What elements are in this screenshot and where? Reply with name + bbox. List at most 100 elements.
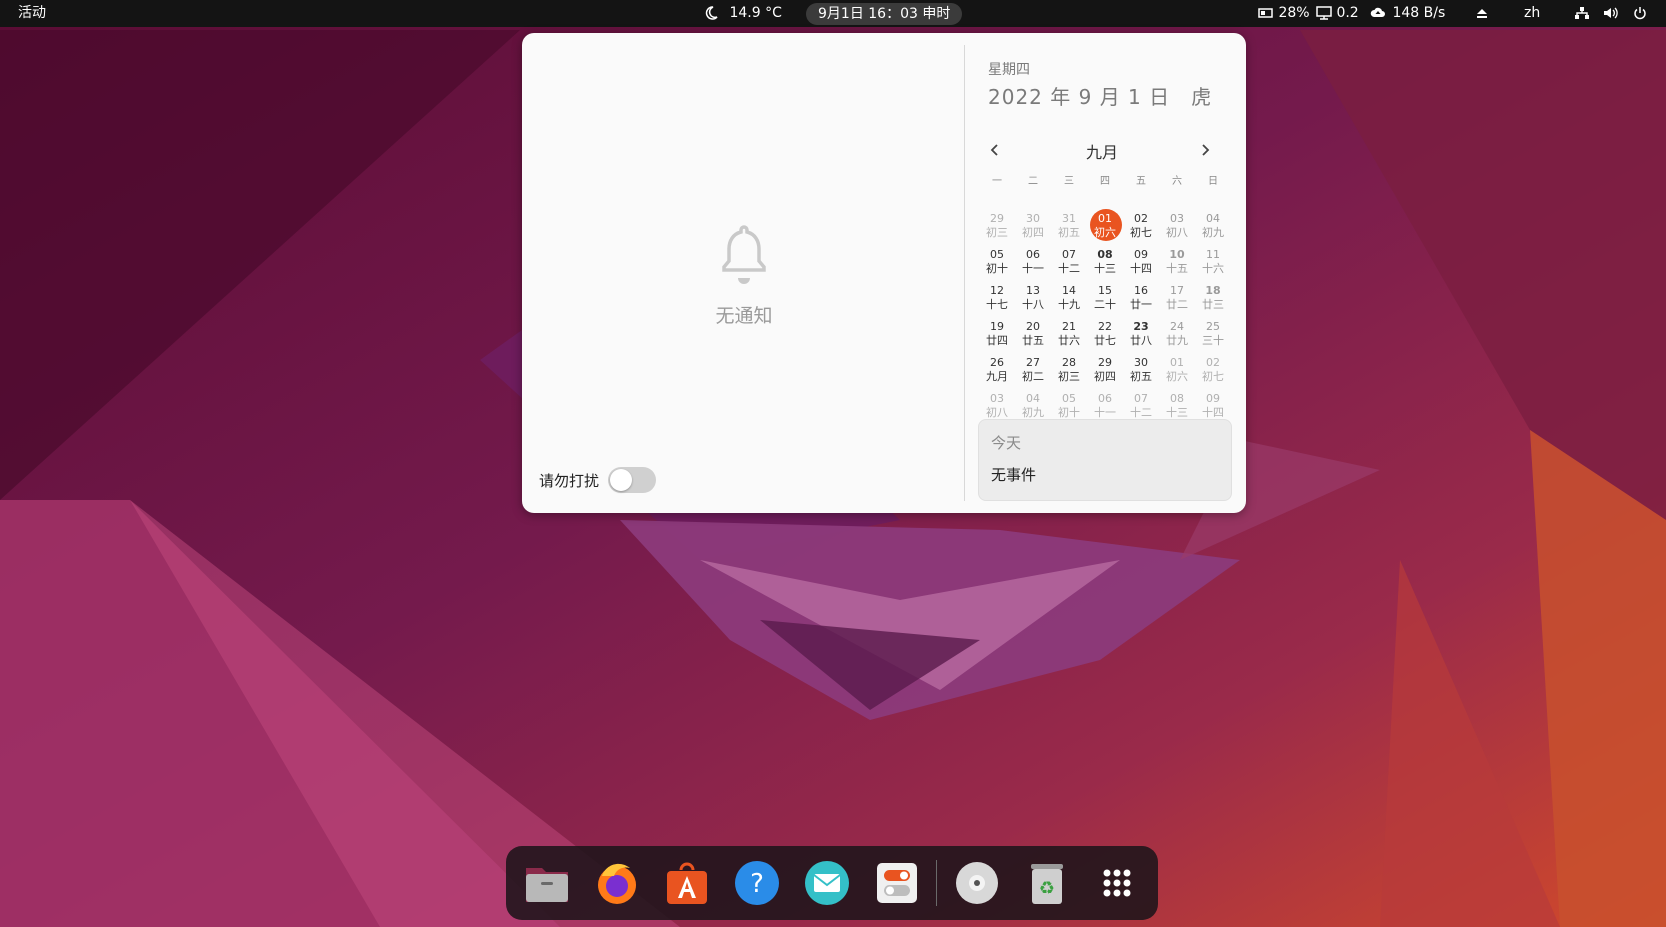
calendar-day[interactable]: 14 十九 [1051,280,1087,316]
calendar-day[interactable]: 02 初七 [1195,352,1231,388]
calendar-day[interactable]: 20 廿五 [1015,316,1051,352]
day-number: 30 [1026,212,1040,225]
lunar-date: 十二 [1058,262,1080,275]
next-month-button[interactable] [1194,139,1216,161]
weekday-header: 一 [992,176,1002,187]
calendar-day[interactable]: 05 初十 [979,244,1015,280]
calendar-day[interactable]: 21 廿六 [1051,316,1087,352]
show-apps-icon[interactable] [1092,858,1142,908]
day-number: 24 [1170,320,1184,333]
day-number: 06 [1026,248,1040,261]
trash-icon[interactable]: ♻ [1022,858,1072,908]
calendar-day[interactable]: 07 十二 [1051,244,1087,280]
day-number: 28 [1062,356,1076,369]
calendar-day[interactable]: 22 廿七 [1087,316,1123,352]
input-method-indicator[interactable]: zh [1524,0,1540,27]
calendar-day[interactable]: 11 十六 [1195,244,1231,280]
network-indicator[interactable] [1574,0,1590,27]
calendar-day-today[interactable]: 01 初六 [1087,208,1123,244]
lunar-date: 初八 [986,406,1008,419]
cpu-load-indicator[interactable]: 0.2 [1316,0,1359,27]
day-number: 27 [1026,356,1040,369]
day-number: 22 [1098,320,1112,333]
calendar-day[interactable]: 30 初五 [1123,352,1159,388]
calendar-day[interactable]: 25 三十 [1195,316,1231,352]
day-number: 31 [1062,212,1076,225]
calendar-day[interactable]: 16 廿一 [1123,280,1159,316]
calendar-day[interactable]: 29 初四 [1087,352,1123,388]
weekday-header: 二 [1028,176,1038,187]
calendar-day[interactable]: 17 廿二 [1159,280,1195,316]
previous-month-button[interactable] [984,139,1006,161]
day-number: 03 [990,392,1004,405]
lunar-date: 初七 [1202,370,1224,383]
calendar-day[interactable]: 09 十四 [1123,244,1159,280]
calendar-day[interactable]: 18 廿三 [1195,280,1231,316]
lunar-date: 九月 [986,370,1008,383]
help-icon[interactable]: ? [732,858,782,908]
calendar-day[interactable]: 04 初九 [1015,388,1051,424]
calendar-day[interactable]: 06 十一 [1015,244,1051,280]
lunar-date: 十三 [1166,406,1188,419]
weather-indicator[interactable]: 14.9 °C [703,0,782,27]
day-number: 21 [1062,320,1076,333]
calendar-day[interactable]: 04 初九 [1195,208,1231,244]
clock-button[interactable]: 9月1日 16：03 申时 [806,3,963,25]
calendar-day[interactable]: 08 十三 [1087,244,1123,280]
do-not-disturb-toggle[interactable] [608,467,656,493]
lunar-date: 初八 [1166,226,1188,239]
day-number: 19 [990,320,1004,333]
calendar-day[interactable]: 31 初五 [1051,208,1087,244]
calendar-day[interactable]: 02 初七 [1123,208,1159,244]
full-date-button[interactable]: 2022 年 9 月 1 日 虎 [988,81,1212,110]
files-icon[interactable] [522,858,572,908]
bell-icon [722,225,766,284]
mail-icon[interactable] [802,858,852,908]
eject-indicator[interactable] [1476,0,1488,27]
calendar-day[interactable]: 28 初三 [1051,352,1087,388]
calendar-day[interactable]: 29 初三 [979,208,1015,244]
day-number: 18 [1205,284,1221,297]
day-number: 23 [1133,320,1149,333]
calendar-grid: 一二三四五六日 29 初三 30 初四 31 初五 01 初六 02 初七 03 初八 04 初九 05 初十 0… [979,172,1231,424]
menu-divider [964,45,965,501]
day-number: 12 [990,284,1004,297]
calendar-day[interactable]: 24 廿九 [1159,316,1195,352]
calendar-day[interactable]: 26 九月 [979,352,1015,388]
lunar-date: 廿五 [1022,334,1044,347]
firefox-icon[interactable] [592,858,642,908]
calendar-day[interactable]: 09 十四 [1195,388,1231,424]
disc-icon[interactable] [952,858,1002,908]
calendar-day[interactable]: 08 十三 [1159,388,1195,424]
power-indicator[interactable] [1633,0,1647,27]
calendar-day[interactable]: 03 初八 [1159,208,1195,244]
calendar-day[interactable]: 06 十一 [1087,388,1123,424]
lunar-date: 初六 [1094,226,1116,239]
activities-button[interactable]: 活动 [18,0,46,27]
day-number: 01 [1098,212,1112,225]
calendar-day[interactable]: 13 十八 [1015,280,1051,316]
calendar-day[interactable]: 05 初十 [1051,388,1087,424]
calendar-day[interactable]: 19 廿四 [979,316,1015,352]
app-center-icon[interactable] [662,858,712,908]
settings-toggle-icon[interactable] [872,858,922,908]
lunar-date: 廿八 [1130,334,1152,347]
do-not-disturb-label: 请勿打扰 [539,472,600,490]
weekday-header: 五 [1136,176,1146,187]
lunar-date: 廿七 [1094,334,1116,347]
calendar-day[interactable]: 30 初四 [1015,208,1051,244]
volume-indicator[interactable] [1603,0,1619,27]
calendar-day[interactable]: 01 初六 [1159,352,1195,388]
calendar-day[interactable]: 07 十二 [1123,388,1159,424]
battery-indicator[interactable]: 28% [1258,0,1310,27]
calendar-day[interactable]: 23 廿八 [1123,316,1159,352]
events-section[interactable]: 今天 无事件 [978,419,1232,501]
calendar-day[interactable]: 27 初二 [1015,352,1051,388]
calendar-day[interactable]: 03 初八 [979,388,1015,424]
network-speed-indicator[interactable]: 148 B/s [1370,0,1445,27]
calendar-day[interactable]: 10 十五 [1159,244,1195,280]
lunar-date: 十一 [1022,262,1044,275]
calendar-day[interactable]: 15 二十 [1087,280,1123,316]
weekday-header: 日 [1208,176,1218,187]
calendar-day[interactable]: 12 十七 [979,280,1015,316]
